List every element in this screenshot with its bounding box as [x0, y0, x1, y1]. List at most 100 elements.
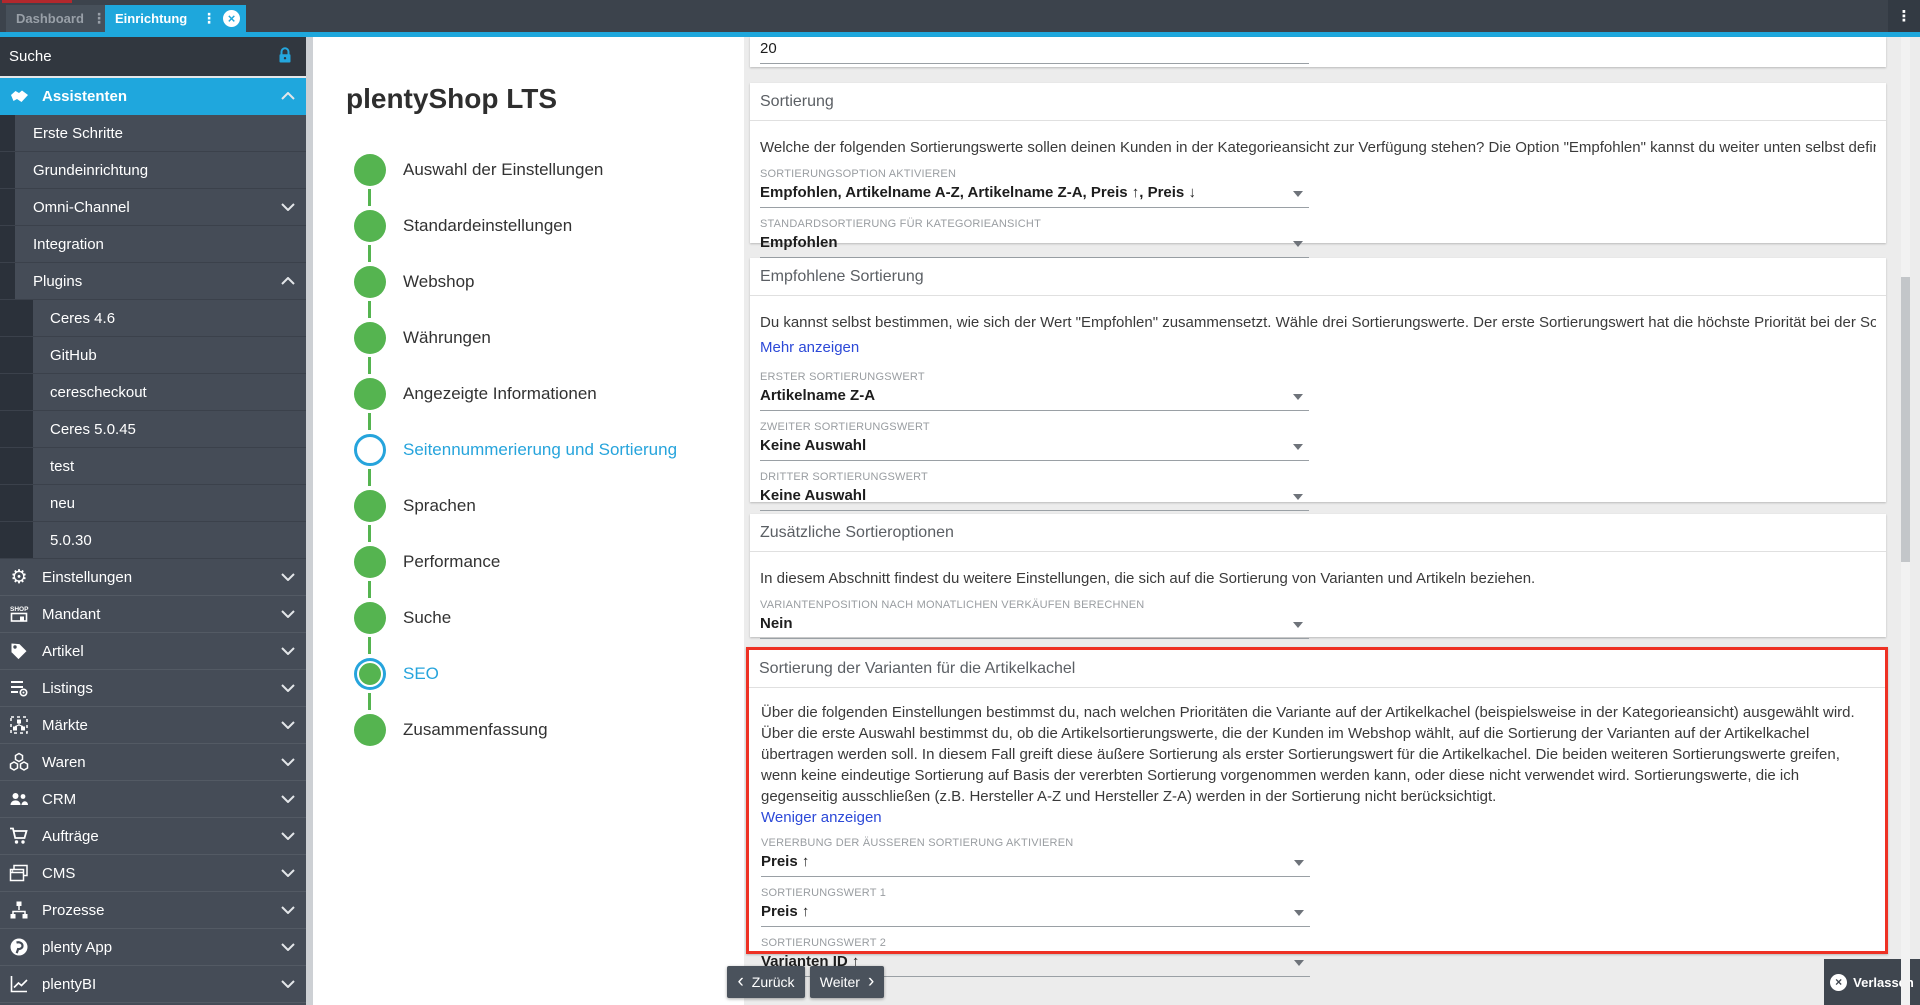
- sidebar-item-label: Plugins: [33, 273, 82, 290]
- card-pagination-partial: 20: [750, 37, 1886, 67]
- lock-icon[interactable]: [275, 45, 295, 66]
- overflow-menu-button[interactable]: ⋮: [1888, 0, 1920, 32]
- goods-boxes-icon: [8, 751, 30, 773]
- sidebar-item-github[interactable]: GitHub: [0, 337, 306, 374]
- sidebar-item-grundeinrichtung[interactable]: Grundeinrichtung: [0, 152, 306, 189]
- sidebar-item-erste-schritte[interactable]: Erste Schritte: [0, 115, 306, 152]
- dropdown-arrow-icon: [1294, 960, 1304, 966]
- sidebar-item-prozesse[interactable]: Prozesse: [0, 892, 306, 929]
- chevron-down-icon: [281, 980, 295, 988]
- step-auswahl-der-einstellungen[interactable]: Auswahl der Einstellungen: [354, 142, 677, 198]
- cms-windows-icon: [8, 862, 30, 884]
- sidebar-item-omni-channel[interactable]: Omni-Channel: [0, 189, 306, 226]
- select-variantenposition[interactable]: VARIANTENPOSITION NACH MONATLICHEN VERKÄ…: [760, 599, 1309, 639]
- sidebar-item-mandant[interactable]: SHOP Mandant: [0, 596, 306, 633]
- sidebar-item-label: Waren: [42, 754, 86, 771]
- step-webshop[interactable]: Webshop: [354, 254, 677, 310]
- sidebar-item-neu[interactable]: neu: [0, 485, 306, 522]
- select-sortierungsoption-aktivieren[interactable]: SORTIERUNGSOPTION AKTIVIEREN Empfohlen, …: [760, 168, 1309, 208]
- chevron-left-icon: ‹: [737, 972, 743, 991]
- chevron-up-icon: [281, 92, 295, 100]
- select-erster-sortierungswert[interactable]: ERSTER SORTIERUNGSWERT Artikelname Z-A: [760, 371, 1309, 411]
- step-seo[interactable]: SEO: [354, 646, 677, 702]
- section-title: Sortierung: [750, 83, 1886, 121]
- sidebar-item-maerkte[interactable]: Märkte: [0, 707, 306, 744]
- sidebar-item-label: Einstellungen: [42, 569, 132, 586]
- sidebar-item-label: Prozesse: [42, 902, 105, 919]
- dropdown-arrow-icon: [1293, 241, 1303, 247]
- items-per-page-input[interactable]: 20: [760, 39, 1309, 64]
- dropdown-arrow-icon: [1293, 191, 1303, 197]
- search-label: Suche: [9, 48, 52, 65]
- step-angezeigte-informationen[interactable]: Angezeigte Informationen: [354, 366, 677, 422]
- tab-dashboard[interactable]: Dashboard ⋮: [6, 5, 117, 32]
- sidebar-item-label: Mandant: [42, 606, 100, 623]
- sidebar-item-listings[interactable]: Listings: [0, 670, 306, 707]
- step-performance[interactable]: Performance: [354, 534, 677, 590]
- dropdown-arrow-icon: [1294, 910, 1304, 916]
- next-button-label: Weiter: [820, 974, 860, 990]
- select-zweiter-sortierungswert[interactable]: ZWEITER SORTIERUNGSWERT Keine Auswahl: [760, 421, 1309, 461]
- back-button[interactable]: ‹ Zurück: [727, 966, 805, 998]
- step-suche[interactable]: Suche: [354, 590, 677, 646]
- sidebar-item-cerescheckout[interactable]: cerescheckout: [0, 374, 306, 411]
- sidebar-item-ceres-5045[interactable]: Ceres 5.0.45: [0, 411, 306, 448]
- sidebar-item-integration[interactable]: Integration: [0, 226, 306, 263]
- sidebar-item-einstellungen[interactable]: ⚙ Einstellungen: [0, 559, 306, 596]
- select-vererbung-aeussere-sortierung[interactable]: VERERBUNG DER ÄUSSEREN SORTIERUNG AKTIVI…: [761, 837, 1310, 877]
- step-circle: [354, 490, 386, 522]
- step-circle: [354, 546, 386, 578]
- step-zusammenfassung[interactable]: Zusammenfassung: [354, 702, 677, 758]
- close-x: ×: [1835, 975, 1842, 989]
- top-tab-bar: Dashboard ⋮ Einrichtung ⋮ × ⋮: [0, 0, 1920, 32]
- field-label: VERERBUNG DER ÄUSSEREN SORTIERUNG AKTIVI…: [761, 837, 1310, 850]
- sidebar-item-plenty-app[interactable]: plenty App: [0, 929, 306, 966]
- stepper-scrollbar[interactable]: [306, 37, 313, 1005]
- sidebar-item-ceres-46[interactable]: Ceres 4.6: [0, 300, 306, 337]
- step-seitennummerierung-und-sortierung[interactable]: Seitennummerierung und Sortierung: [354, 422, 677, 478]
- select-dritter-sortierungswert[interactable]: DRITTER SORTIERUNGSWERT Keine Auswahl: [760, 471, 1309, 511]
- chevron-down-icon: [281, 610, 295, 618]
- chart-line-icon: [8, 973, 30, 995]
- select-sortierungswert-1[interactable]: SORTIERUNGSWERT 1 Preis ↑: [761, 887, 1310, 927]
- card-sortierung-der-varianten-highlighted: Sortierung der Varianten für die Artikel…: [746, 647, 1888, 954]
- step-circle: [354, 154, 386, 186]
- back-button-label: Zurück: [752, 974, 795, 990]
- sidebar-item-crm[interactable]: CRM: [0, 781, 306, 818]
- sidebar-item-artikel[interactable]: Artikel: [0, 633, 306, 670]
- settings-content: 20 Sortierung Welche der folgenden Sorti…: [744, 37, 1920, 1005]
- step-waehrungen[interactable]: Währungen: [354, 310, 677, 366]
- sidebar-item-assistenten[interactable]: Assistenten: [0, 78, 306, 115]
- wizard-steps: Auswahl der Einstellungen Standardeinste…: [354, 142, 677, 758]
- next-button[interactable]: Weiter ›: [810, 966, 884, 998]
- page-scrollbar[interactable]: [1901, 37, 1910, 1005]
- chevron-down-icon: [281, 758, 295, 766]
- mehr-anzeigen-link[interactable]: Mehr anzeigen: [760, 339, 859, 356]
- process-flow-icon: [8, 899, 30, 921]
- sidebar-item-5030[interactable]: 5.0.30: [0, 522, 306, 559]
- card-zusaetzliche-sortieroptionen: Zusätzliche Sortieroptionen In diesem Ab…: [750, 514, 1886, 637]
- sidebar-search[interactable]: Suche: [0, 37, 306, 78]
- tab-einrichtung[interactable]: Einrichtung ⋮ ×: [105, 5, 246, 32]
- step-label: Seitennummerierung und Sortierung: [403, 440, 677, 460]
- chevron-down-icon: [281, 943, 295, 951]
- sidebar-item-waren[interactable]: Waren: [0, 744, 306, 781]
- select-standardsortierung[interactable]: STANDARDSORTIERUNG FÜR KATEGORIEANSICHT …: [760, 218, 1309, 258]
- sidebar-item-test[interactable]: test: [0, 448, 306, 485]
- step-sprachen[interactable]: Sprachen: [354, 478, 677, 534]
- field-label: DRITTER SORTIERUNGSWERT: [760, 471, 1309, 484]
- sidebar-item-label: Ceres 5.0.45: [50, 421, 136, 438]
- handshake-icon: [8, 85, 30, 107]
- sidebar-item-plentybi[interactable]: plentyBI: [0, 966, 306, 1003]
- page-scrollbar-thumb[interactable]: [1901, 277, 1910, 562]
- close-tab-icon[interactable]: ×: [223, 10, 240, 27]
- sidebar-item-plugins[interactable]: Plugins: [0, 263, 306, 300]
- sidebar-item-auftraege[interactable]: Aufträge: [0, 818, 306, 855]
- weniger-anzeigen-link[interactable]: Weniger anzeigen: [761, 809, 882, 826]
- kebab-menu-icon[interactable]: ⋮: [197, 11, 221, 27]
- step-circle: [354, 378, 386, 410]
- sidebar-item-cms[interactable]: CMS: [0, 855, 306, 892]
- step-circle: [354, 714, 386, 746]
- step-standardeinstellungen[interactable]: Standardeinstellungen: [354, 198, 677, 254]
- field-label: SORTIERUNGSWERT 2: [761, 937, 1310, 950]
